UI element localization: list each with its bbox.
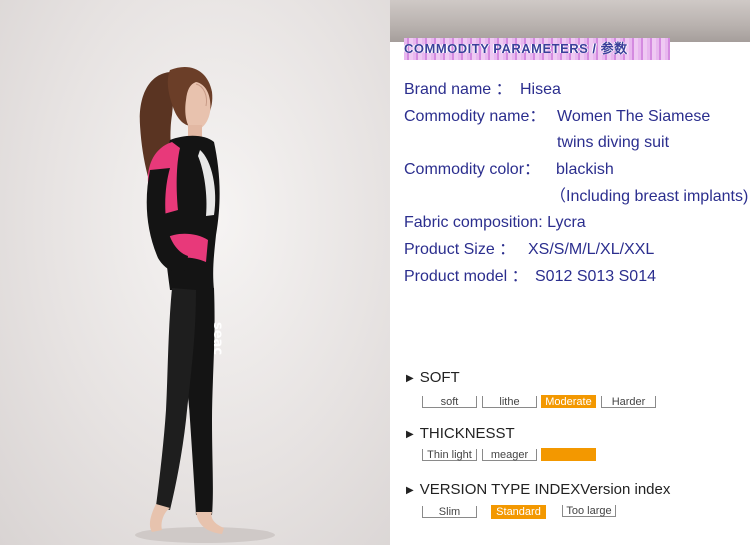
triangle-right-icon: ▶ [406, 373, 414, 384]
thickness-option-meager: meager [482, 449, 537, 461]
spec-value: S012 S013 S014 [535, 268, 656, 285]
version-option-slim: Slim [422, 506, 477, 518]
soft-option-harder: Harder [601, 396, 656, 408]
thickness-option-selected [541, 448, 596, 461]
seac-logo: seac [210, 322, 225, 355]
spec-value: （Including breast implants) [550, 188, 749, 205]
indicator-version-heading: ▶ VERSION TYPE INDEXVersion index [406, 481, 671, 498]
foot-back [149, 504, 170, 532]
spec-label: Brand name ： [404, 81, 512, 98]
spec-color: Commodity color： blackish [404, 160, 614, 180]
spec-commodity-name: Commodity name： Women The Siamese [404, 107, 710, 127]
thickness-option-thin-light: Thin light [422, 449, 477, 461]
wetsuit-model-illustration: seac [135, 66, 275, 543]
indicator-soft-heading: ▶ SOFT [406, 369, 460, 386]
spec-model: Product model ： S012 S013 S014 [404, 267, 656, 287]
soft-option-moderate: Moderate [541, 395, 596, 408]
spec-label: Commodity name： [404, 108, 546, 125]
spec-value: Hisea [520, 81, 561, 98]
spec-value: twins diving suit [557, 134, 670, 151]
version-option-standard: Standard [491, 505, 546, 519]
spec-label: Product Size ： [404, 241, 516, 258]
top-banner [390, 0, 750, 42]
product-photo: seac [0, 0, 390, 545]
spec-label: Commodity color： [404, 161, 541, 178]
indicator-thickness-heading: ▶ THICKNESST [406, 425, 515, 442]
spec-label: Fabric composition: Lycra [404, 214, 586, 231]
soft-option-soft: soft [422, 396, 477, 408]
triangle-right-icon: ▶ [406, 429, 414, 440]
spec-fabric: Fabric composition: Lycra [404, 213, 586, 233]
version-option-too-large: Too large [562, 505, 616, 517]
spec-label: Product model ： [404, 268, 528, 285]
soft-option-lithe: lithe [482, 396, 537, 408]
spec-size: Product Size ： XS/S/M/L/XL/XXL [404, 240, 654, 260]
triangle-right-icon: ▶ [406, 485, 414, 496]
params-title: COMMODITY PARAMETERS / 参数 [404, 38, 670, 60]
spec-value: Women The Siamese [557, 108, 711, 125]
spec-value: blackish [556, 161, 614, 178]
spec-value: XS/S/M/L/XL/XXL [528, 241, 655, 258]
spec-brand: Brand name ： Hisea [404, 80, 561, 100]
